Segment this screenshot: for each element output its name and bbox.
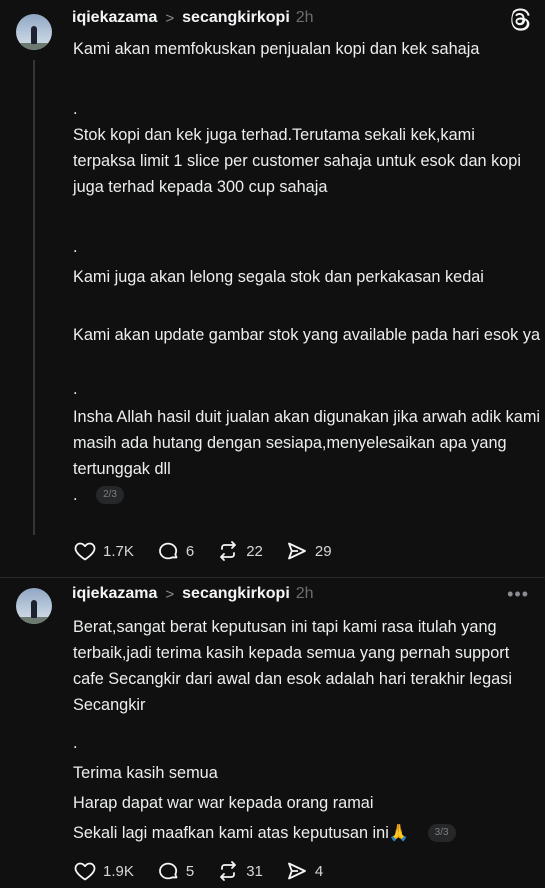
- send-icon: [287, 542, 306, 560]
- avatar-figure: [31, 600, 37, 618]
- repost-count: 22: [246, 542, 263, 560]
- threads-icon[interactable]: [507, 6, 533, 32]
- post-text: Kami akan memfokuskan penjualan kopi dan…: [73, 40, 480, 58]
- post-text: Kami akan update gambar stok yang availa…: [73, 326, 541, 344]
- avatar-ground: [16, 43, 52, 50]
- post-text: Berat,sangat berat keputusan ini tapi ka…: [73, 618, 512, 714]
- post-text: Terima kasih semua: [73, 764, 218, 782]
- repost-button[interactable]: 31: [216, 859, 263, 883]
- post-text: .: [73, 238, 78, 256]
- page-indicator: 2/3: [96, 486, 124, 504]
- like-count: 1.7K: [103, 542, 134, 560]
- share-count: 4: [314, 862, 324, 880]
- like-button[interactable]: 1.9K: [73, 859, 134, 883]
- comment-icon: [158, 862, 178, 880]
- post-text: Harap dapat war war kepada orang ramai: [73, 794, 374, 812]
- avatar-figure: [31, 26, 37, 44]
- share-button[interactable]: 4: [285, 859, 323, 883]
- comment-icon: [158, 542, 178, 560]
- username[interactable]: iqiekazama: [72, 585, 157, 603]
- avatar[interactable]: [16, 588, 52, 624]
- post-body: Kami akan memfokuskan penjualan kopi dan…: [73, 36, 541, 508]
- post-actions: 1.9K 5 31 4: [73, 858, 345, 884]
- heart-icon: [74, 542, 96, 561]
- post-header: iqiekazama > secangkirkopi 2h: [72, 6, 314, 30]
- like-count: 1.9K: [103, 862, 134, 880]
- send-icon: [287, 862, 306, 880]
- repost-icon: [220, 541, 237, 561]
- post-text: Kami juga akan lelong segala stok dan pe…: [73, 268, 484, 286]
- post-text: .: [73, 486, 78, 504]
- timestamp: 2h: [295, 585, 314, 602]
- post-text: Stok kopi dan kek juga terhad.Terutama s…: [73, 126, 521, 196]
- like-button[interactable]: 1.7K: [73, 539, 134, 563]
- post-actions: 1.7K 6 22 29: [73, 538, 354, 564]
- heart-icon: [74, 862, 96, 881]
- comment-count: 5: [185, 862, 195, 880]
- reply-to-username[interactable]: secangkirkopi: [182, 585, 290, 603]
- post-body: Berat,sangat berat keputusan ini tapi ka…: [73, 614, 541, 846]
- comment-button[interactable]: 6: [156, 539, 194, 563]
- divider: [0, 577, 545, 578]
- post-text: .: [73, 380, 78, 398]
- timestamp: 2h: [295, 9, 314, 26]
- repost-button[interactable]: 22: [216, 539, 263, 563]
- post-text: Sekali lagi maafkan kami atas keputusan …: [73, 824, 410, 842]
- avatar-ground: [16, 617, 52, 624]
- username[interactable]: iqiekazama: [72, 9, 157, 27]
- avatar[interactable]: [16, 14, 52, 50]
- comment-count: 6: [185, 542, 195, 560]
- repost-count: 31: [246, 862, 263, 880]
- comment-button[interactable]: 5: [156, 859, 194, 883]
- post-header: iqiekazama > secangkirkopi 2h: [72, 582, 314, 606]
- post-text-last: . 2/3: [73, 482, 541, 508]
- thread-line: [33, 60, 35, 535]
- post-text: Insha Allah hasil duit jualan akan digun…: [73, 408, 541, 478]
- post-text: .: [73, 734, 78, 752]
- reply-to-username[interactable]: secangkirkopi: [182, 9, 290, 27]
- share-count: 29: [314, 542, 332, 560]
- more-options-icon[interactable]: •••: [507, 584, 529, 605]
- chevron-right-icon: >: [165, 585, 175, 603]
- page-indicator: 3/3: [427, 824, 456, 842]
- chevron-right-icon: >: [165, 9, 175, 27]
- share-button[interactable]: 29: [285, 539, 332, 563]
- repost-icon: [220, 861, 237, 881]
- post-text-last: Sekali lagi maafkan kami atas keputusan …: [73, 820, 541, 846]
